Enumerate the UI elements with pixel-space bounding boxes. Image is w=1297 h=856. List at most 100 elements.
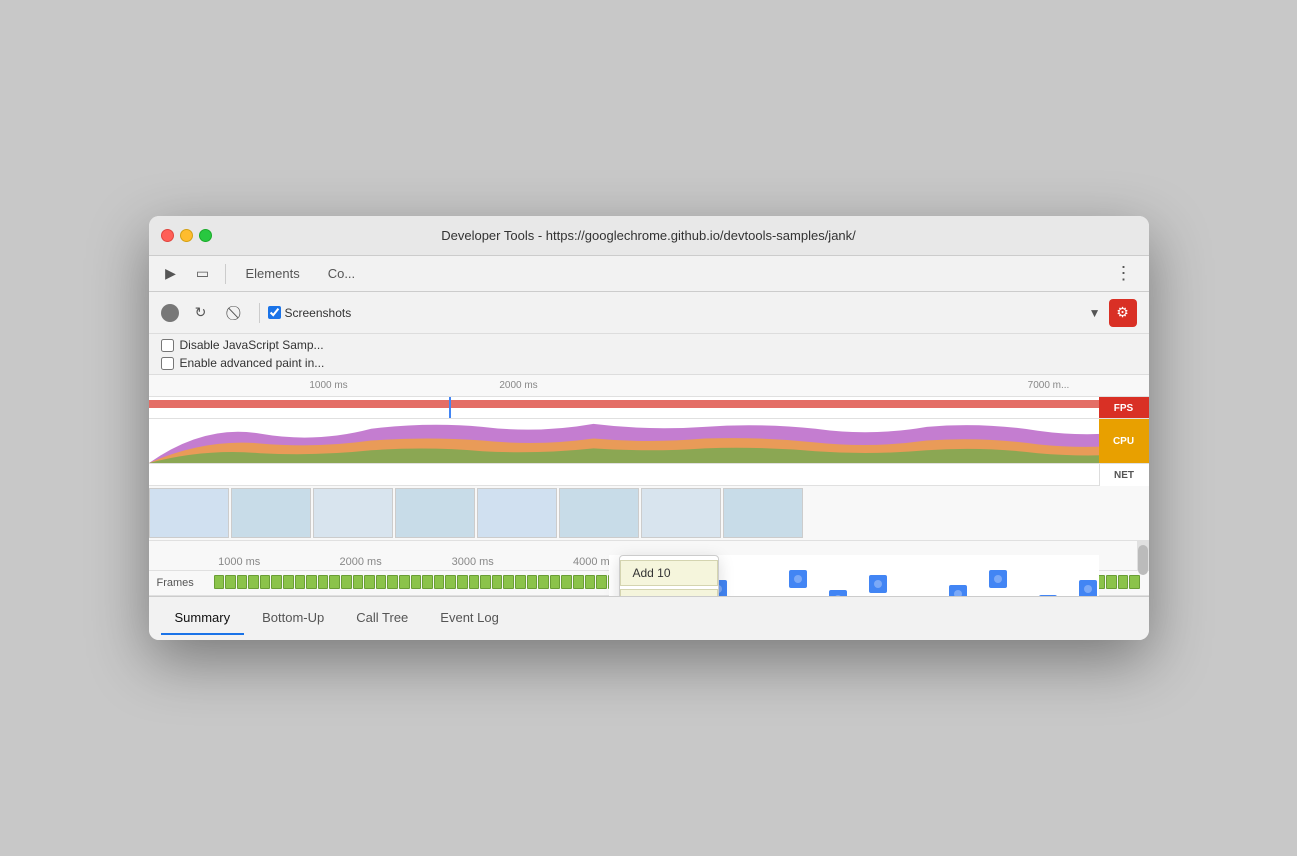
frame-item (341, 575, 352, 589)
fps-bar (149, 400, 1099, 408)
cpu-label-text: CPU (1113, 436, 1134, 447)
screenshot-4 (395, 488, 475, 538)
gear-icon: ⚙ (1116, 304, 1129, 321)
b-mark-3000: 3000 ms (452, 556, 494, 568)
frame-item (445, 575, 456, 589)
frame-item (329, 575, 340, 589)
screenshots-label: Screenshots (285, 306, 352, 320)
tab-summary[interactable]: Summary (161, 602, 245, 635)
scrollbar[interactable] (1137, 541, 1149, 570)
screenshot-1 (149, 488, 229, 538)
more-menu-icon[interactable]: ⋮ (1107, 259, 1141, 288)
bottom-tabs: Summary Bottom-Up Call Tree Event Log (149, 596, 1149, 640)
screenshots-checkbox-group: Screenshots (268, 306, 352, 320)
screenshot-5 (477, 488, 557, 538)
advanced-paint-option: Enable advanced paint in... (161, 356, 1137, 370)
advanced-paint-label: Enable advanced paint in... (180, 356, 325, 370)
cpu-label: CPU (1099, 419, 1149, 464)
blue-square-9 (989, 570, 1007, 588)
fps-track: FPS (149, 397, 1149, 419)
disable-js-checkbox[interactable] (161, 339, 174, 352)
frame-item (318, 575, 329, 589)
frame-item (434, 575, 445, 589)
reload-record-button[interactable]: ↻ (187, 299, 215, 327)
toolbar-divider (259, 303, 260, 323)
frame-item (422, 575, 433, 589)
title-bar: Developer Tools - https://googlechrome.g… (149, 216, 1149, 256)
disable-js-label: Disable JavaScript Samp... (180, 338, 324, 352)
frame-item (596, 575, 607, 589)
tab-event-log[interactable]: Event Log (426, 602, 513, 635)
tab-elements[interactable]: Elements (234, 262, 312, 285)
frame-item (585, 575, 596, 589)
cpu-track: CPU (149, 419, 1149, 464)
frame-item (503, 575, 514, 589)
maximize-button[interactable] (199, 229, 212, 242)
subtract-10-button[interactable]: Subtract 10 (620, 589, 718, 596)
frame-item (1118, 575, 1129, 589)
frame-item (492, 575, 503, 589)
net-label-text: NET (1114, 470, 1134, 481)
screenshots-checkbox[interactable] (268, 306, 281, 319)
clear-button[interactable]: ⃠ (223, 299, 251, 327)
frame-item (411, 575, 422, 589)
scrollbar-thumb[interactable] (1138, 545, 1148, 575)
frame-item (469, 575, 480, 589)
screenshot-3 (313, 488, 393, 538)
frame-item (527, 575, 538, 589)
settings-button[interactable]: ⚙ (1109, 299, 1137, 327)
dropdown-button[interactable]: ▼ (1089, 306, 1101, 320)
frame-item (1129, 575, 1140, 589)
header-divider (225, 264, 226, 284)
screenshot-8 (723, 488, 803, 538)
perf-options: Disable JavaScript Samp... Enable advanc… (149, 334, 1149, 375)
tab-bottom-up[interactable]: Bottom-Up (248, 602, 338, 635)
minimize-button[interactable] (180, 229, 193, 242)
selection-line (449, 397, 451, 418)
frame-item (295, 575, 306, 589)
frame-item (376, 575, 387, 589)
blue-square-6 (869, 575, 887, 593)
frame-item (225, 575, 236, 589)
timeline-container: 1000 ms 2000 ms 7000 m... FPS CPU (149, 375, 1149, 596)
device-icon[interactable]: ▭ (189, 260, 217, 288)
traffic-lights (161, 229, 212, 242)
frame-item (306, 575, 317, 589)
frame-item (573, 575, 584, 589)
popup-menu: Add 10 Subtract 10 Stop Optimize Help (619, 555, 719, 596)
ruler-mark-1000: 1000 ms (309, 380, 347, 391)
screenshots-track (149, 486, 1149, 541)
frame-item (550, 575, 561, 589)
inspect-icon[interactable]: ▶ (157, 260, 185, 288)
frame-item (538, 575, 549, 589)
screenshot-2 (231, 488, 311, 538)
net-label: NET (1099, 464, 1149, 486)
add-10-button[interactable]: Add 10 (620, 560, 718, 586)
frame-item (214, 575, 225, 589)
fps-label-text: FPS (1114, 403, 1133, 414)
tab-console[interactable]: Co... (316, 262, 367, 285)
devtools-window: Developer Tools - https://googlechrome.g… (149, 216, 1149, 640)
net-track: NET (149, 464, 1149, 486)
frame-item (283, 575, 294, 589)
screenshot-7 (641, 488, 721, 538)
cpu-chart (149, 419, 1149, 463)
top-ruler: 1000 ms 2000 ms 7000 m... (149, 375, 1149, 397)
window-title: Developer Tools - https://googlechrome.g… (441, 228, 856, 243)
tab-call-tree[interactable]: Call Tree (342, 602, 422, 635)
disable-js-option: Disable JavaScript Samp... (161, 338, 1137, 352)
close-button[interactable] (161, 229, 174, 242)
perf-toolbar: ↻ ⃠ Screenshots ▼ ⚙ (149, 292, 1149, 334)
frame-item (271, 575, 282, 589)
record-button[interactable] (161, 304, 179, 322)
blue-square-4 (789, 570, 807, 588)
frame-item (457, 575, 468, 589)
b-mark-2000: 2000 ms (340, 556, 382, 568)
frame-item (1106, 575, 1117, 589)
ruler-mark-7000: 7000 m... (1028, 380, 1070, 391)
frame-item (260, 575, 271, 589)
advanced-paint-checkbox[interactable] (161, 357, 174, 370)
frame-item (248, 575, 259, 589)
blue-square-30 (1039, 595, 1057, 596)
blue-square-5 (829, 590, 847, 596)
